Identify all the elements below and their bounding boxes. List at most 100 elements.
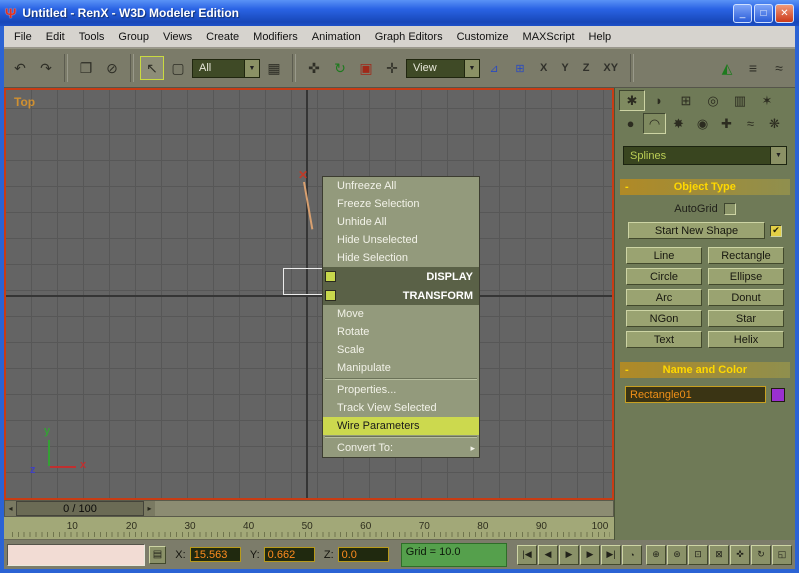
zoom-icon[interactable]: ⊕ (646, 545, 666, 565)
menu-animation[interactable]: Animation (305, 28, 368, 46)
star-button[interactable]: Star (708, 310, 784, 327)
menu-item-move[interactable]: Move (323, 305, 479, 323)
tab-create-icon[interactable]: ✱ (619, 90, 645, 111)
tab-modify-icon[interactable]: ◗ (646, 90, 672, 111)
time-slider[interactable]: ◂ 0 / 100 ▸ (4, 500, 614, 517)
tab-motion-icon[interactable]: ◎ (700, 90, 726, 111)
line-button[interactable]: Line (626, 247, 702, 264)
time-slider-thumb[interactable]: 0 / 100 (16, 501, 144, 516)
rollout-object-type[interactable]: - Object Type (620, 179, 790, 195)
reference-coordinate-dropdown[interactable]: View ▼ (406, 59, 480, 78)
menu-item-rotate[interactable]: Rotate (323, 323, 479, 341)
menu-tools[interactable]: Tools (72, 28, 112, 46)
tab-display-icon[interactable]: ▥ (727, 90, 753, 111)
restrict-y-button[interactable]: Y (555, 56, 574, 80)
start-new-shape-button[interactable]: Start New Shape (628, 222, 765, 239)
x-coordinate-field[interactable]: 15.563 (190, 547, 241, 562)
undo-icon[interactable]: ↶ (8, 56, 32, 80)
menu-item-hide-selection[interactable]: Hide Selection (323, 249, 479, 267)
donut-button[interactable]: Donut (708, 289, 784, 306)
menu-help[interactable]: Help (582, 28, 619, 46)
minimize-button[interactable]: _ (733, 4, 752, 23)
menu-item-manipulate[interactable]: Manipulate (323, 359, 479, 377)
viewport-top[interactable]: Top ✕ y x z (4, 88, 614, 500)
time-slider-right-arrow-icon[interactable]: ▸ (144, 501, 155, 516)
window-crossing-icon[interactable]: ▦ (262, 56, 286, 80)
unlink-selection-icon[interactable]: ⊘ (100, 56, 124, 80)
helix-button[interactable]: Helix (708, 331, 784, 348)
menu-customize[interactable]: Customize (450, 28, 516, 46)
menu-maxscript[interactable]: MAXScript (516, 28, 582, 46)
menu-file[interactable]: File (7, 28, 39, 46)
min-max-toggle-icon[interactable]: ◱ (772, 545, 792, 565)
y-coordinate-field[interactable]: 0.662 (264, 547, 315, 562)
zoom-all-icon[interactable]: ⊛ (667, 545, 687, 565)
object-name-field[interactable]: Rectangle01 (625, 386, 766, 403)
select-and-link-icon[interactable]: ❐ (74, 56, 98, 80)
z-coordinate-field[interactable]: 0.0 (338, 547, 389, 562)
menu-item-properties[interactable]: Properties... (323, 381, 479, 399)
time-slider-left-arrow-icon[interactable]: ◂ (5, 501, 16, 516)
menu-create[interactable]: Create (199, 28, 246, 46)
selection-filter-dropdown[interactable]: All ▼ (192, 59, 260, 78)
menu-item-hide-unselected[interactable]: Hide Unselected (323, 231, 479, 249)
menu-views[interactable]: Views (156, 28, 199, 46)
circle-button[interactable]: Circle (626, 268, 702, 285)
rectangle-button[interactable]: Rectangle (708, 247, 784, 264)
previous-frame-icon[interactable]: ◀ (538, 545, 558, 565)
menu-item-scale[interactable]: Scale (323, 341, 479, 359)
select-and-manipulate-icon[interactable]: ✛ (380, 56, 404, 80)
tab-utilities-icon[interactable]: ✶ (754, 90, 780, 111)
menu-item-unfreeze-all[interactable]: Unfreeze All (323, 177, 479, 195)
category-geometry-icon[interactable]: ● (619, 113, 642, 134)
category-spacewarps-icon[interactable]: ≈ (739, 113, 762, 134)
viewport-label[interactable]: Top (14, 95, 35, 109)
use-pivot-center-icon[interactable]: ⊿ (482, 56, 506, 80)
arc-button[interactable]: Arc (626, 289, 702, 306)
maxscript-mini-listener[interactable] (7, 544, 145, 566)
shape-type-dropdown[interactable]: Splines ▼ (623, 146, 787, 165)
menu-item-track-view-selected[interactable]: Track View Selected (323, 399, 479, 417)
next-frame-icon[interactable]: ▶ (580, 545, 600, 565)
align-icon[interactable]: ≡ (741, 56, 765, 80)
text-button[interactable]: Text (626, 331, 702, 348)
chevron-down-icon[interactable]: ▼ (464, 60, 479, 77)
select-and-move-icon[interactable]: ✜ (302, 56, 326, 80)
category-cameras-icon[interactable]: ◉ (691, 113, 714, 134)
menu-group[interactable]: Group (111, 28, 156, 46)
chevron-down-icon[interactable]: ▼ (770, 147, 786, 164)
rectangular-selection-region-icon[interactable]: ▢ (166, 56, 190, 80)
menu-item-wire-parameters[interactable]: Wire Parameters (323, 417, 479, 435)
select-and-scale-icon[interactable]: ▣ (354, 56, 378, 80)
mini-listener-icon[interactable]: ▤ (149, 546, 167, 564)
ellipse-button[interactable]: Ellipse (708, 268, 784, 285)
restrict-xy-plane-button[interactable]: XY (597, 56, 624, 80)
track-bar[interactable]: 10 20 30 40 50 60 70 80 90 100 (4, 517, 614, 540)
go-to-start-icon[interactable]: |◀ (517, 545, 537, 565)
quad-header-transform[interactable]: TRANSFORM (323, 286, 479, 305)
restrict-z-button[interactable]: Z (577, 56, 596, 80)
category-shapes-icon[interactable]: ◠ (643, 113, 666, 134)
menu-item-unhide-all[interactable]: Unhide All (323, 213, 479, 231)
menu-graph-editors[interactable]: Graph Editors (368, 28, 450, 46)
mirror-icon[interactable]: ◭ (715, 56, 739, 80)
close-button[interactable]: ✕ (775, 4, 794, 23)
category-helpers-icon[interactable]: ✚ (715, 113, 738, 134)
chevron-down-icon[interactable]: ▼ (244, 60, 259, 77)
curve-editor-icon[interactable]: ≈ (767, 56, 791, 80)
maximize-button[interactable]: □ (754, 4, 773, 23)
object-color-swatch[interactable] (771, 388, 785, 402)
autogrid-checkbox[interactable] (724, 203, 736, 215)
category-lights-icon[interactable]: ✸ (667, 113, 690, 134)
redo-icon[interactable]: ↷ (34, 56, 58, 80)
menu-modifiers[interactable]: Modifiers (246, 28, 305, 46)
restrict-x-button[interactable]: X (534, 56, 553, 80)
menu-item-convert-to[interactable]: Convert To: ▸ (323, 439, 479, 457)
menu-item-freeze-selection[interactable]: Freeze Selection (323, 195, 479, 213)
category-systems-icon[interactable]: ❋ (763, 113, 786, 134)
arc-rotate-icon[interactable]: ↻ (751, 545, 771, 565)
play-animation-icon[interactable]: ▶ (559, 545, 579, 565)
go-to-end-icon[interactable]: ▶| (601, 545, 621, 565)
tab-hierarchy-icon[interactable]: ⊞ (673, 90, 699, 111)
rollout-name-color[interactable]: - Name and Color (620, 362, 790, 378)
